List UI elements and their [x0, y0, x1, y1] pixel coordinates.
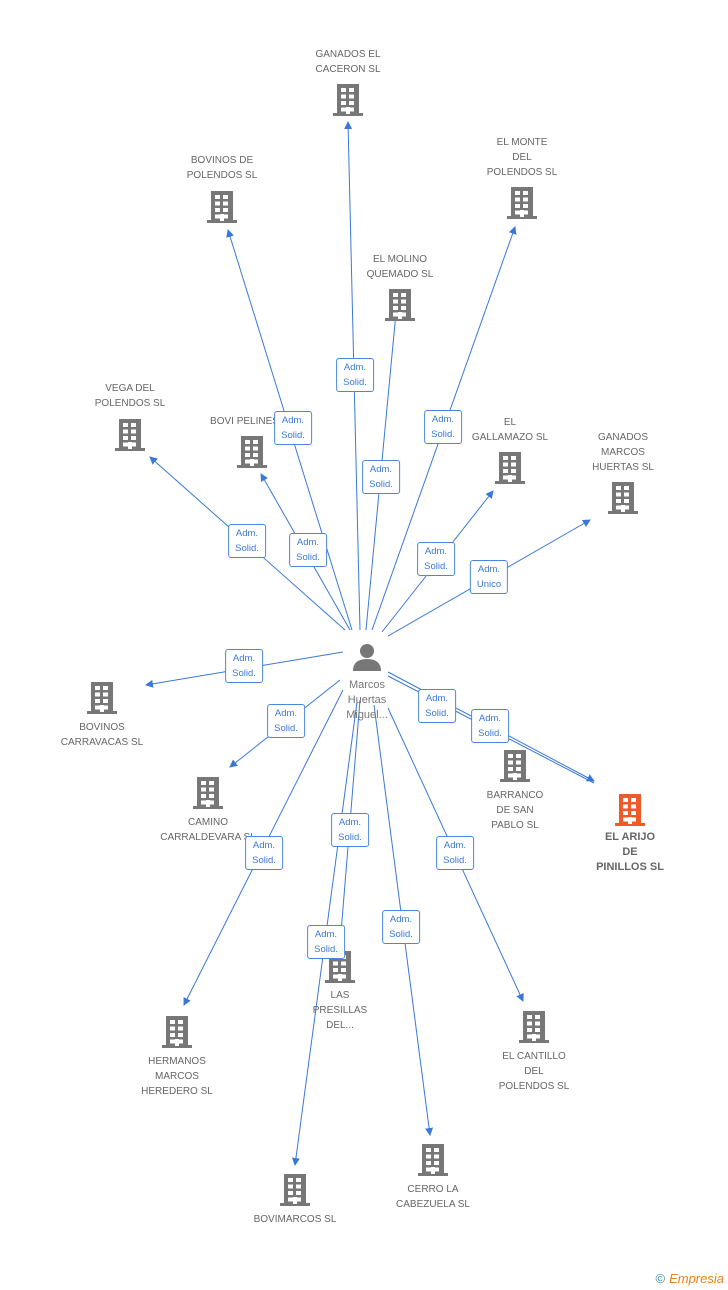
company-label[interactable]: BOVINOS CARRAVACAS SL [61, 720, 143, 750]
edge-role-label: Adm. Solid. [362, 460, 400, 494]
edge-role-label: Adm. Solid. [471, 709, 509, 743]
edge-role-label: Adm. Solid. [336, 358, 374, 392]
company-label[interactable]: EL CANTILLO DEL POLENDOS SL [499, 1049, 570, 1094]
building-icon[interactable] [495, 452, 525, 484]
building-icon[interactable] [519, 1011, 549, 1043]
person-label[interactable]: Marcos Huertas Miguel... [346, 678, 388, 723]
company-label[interactable]: EL MONTE DEL POLENDOS SL [487, 135, 558, 180]
building-icon[interactable] [500, 750, 530, 782]
building-icon[interactable] [608, 482, 638, 514]
edge-role-label: Adm. Solid. [228, 524, 266, 558]
edge-role-label: Adm. Solid. [417, 542, 455, 576]
network-graph [87, 84, 645, 1206]
edge-role-label: Adm. Solid. [331, 813, 369, 847]
edge-role-label: Adm. Solid. [274, 411, 312, 445]
company-label[interactable]: BOVINOS DE POLENDOS SL [187, 153, 258, 183]
building-icon[interactable] [280, 1174, 310, 1206]
edge-role-label: Adm. Solid. [382, 910, 420, 944]
building-icon[interactable] [193, 777, 223, 809]
building-icon[interactable] [333, 84, 363, 116]
company-label[interactable]: EL GALLAMAZO SL [472, 415, 548, 445]
company-label[interactable]: VEGA DEL POLENDOS SL [95, 381, 166, 411]
edge-role-label: Adm. Solid. [436, 836, 474, 870]
building-icon[interactable] [87, 682, 117, 714]
company-label[interactable]: EL ARIJO DE PINILLOS SL [596, 830, 664, 875]
footer-brand: © Empresia [655, 1271, 724, 1286]
company-label[interactable]: GANADOS EL CACERON SL [315, 47, 380, 77]
building-icon[interactable] [237, 436, 267, 468]
building-icon[interactable] [507, 187, 537, 219]
company-label[interactable]: CAMINO CARRALDEVARA SL [160, 815, 255, 845]
edge-role-label: Adm. Solid. [289, 533, 327, 567]
company-label[interactable]: HERMANOS MARCOS HEREDERO SL [141, 1054, 213, 1099]
edge-role-label: Adm. Unico [469, 560, 509, 594]
company-label[interactable]: BARRANCO DE SAN PABLO SL [487, 788, 544, 833]
company-label[interactable]: CERRO LA CABEZUELA SL [396, 1182, 470, 1212]
building-icon[interactable] [207, 191, 237, 223]
company-label[interactable]: LAS PRESILLAS DEL... [313, 988, 367, 1033]
building-icon[interactable] [418, 1144, 448, 1176]
edge-role-label: Adm. Solid. [307, 925, 345, 959]
edge-role-label: Adm. Solid. [418, 689, 456, 723]
edge-role-label: Adm. Solid. [267, 704, 305, 738]
person-icon[interactable] [353, 644, 381, 671]
building-icon[interactable] [385, 289, 415, 321]
company-label[interactable]: BOVIMARCOS SL [254, 1212, 337, 1227]
edge-role-label: Adm. Solid. [245, 836, 283, 870]
company-label[interactable]: GANADOS MARCOS HUERTAS SL [592, 430, 654, 475]
building-icon[interactable] [162, 1016, 192, 1048]
company-label[interactable]: EL MOLINO QUEMADO SL [367, 252, 434, 282]
edge-role-label: Adm. Solid. [225, 649, 263, 683]
edge-role-label: Adm. Solid. [424, 410, 462, 444]
building-icon[interactable] [115, 419, 145, 451]
building-icon[interactable] [615, 794, 645, 826]
